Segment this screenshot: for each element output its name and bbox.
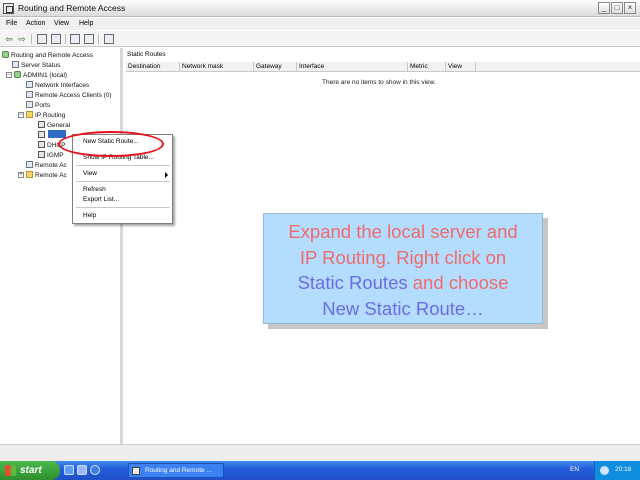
menu-file[interactable]: File: [6, 20, 17, 27]
windows-logo-icon: [5, 465, 16, 476]
tree-expander[interactable]: −: [6, 72, 12, 78]
column-header-metric[interactable]: Metric: [408, 62, 446, 72]
window-title: Routing and Remote Access: [18, 3, 126, 13]
rras-icon: [2, 51, 9, 58]
help-icon[interactable]: [104, 34, 114, 44]
start-button[interactable]: start: [0, 461, 60, 480]
menu-bar: File Action View Help: [0, 18, 640, 30]
tree-item-root[interactable]: Routing and Remote Access: [2, 51, 93, 59]
column-header-interface[interactable]: Interface: [297, 62, 408, 72]
toolbar-separator: [31, 34, 32, 44]
server-status-icon: [12, 61, 19, 68]
menu-item-refresh[interactable]: Refresh: [83, 186, 106, 193]
tree-item-server[interactable]: ADMIN1 (local): [14, 71, 67, 79]
tree-item-remote-access-clients[interactable]: Remote Access Clients (0): [26, 91, 112, 99]
taskbar: start Routing and Remote ... EN 20:18: [0, 461, 640, 480]
forward-arrow-icon[interactable]: ⇨: [17, 34, 27, 44]
menu-separator: [76, 207, 170, 208]
tree-expander[interactable]: +: [18, 172, 24, 178]
title-bar: Routing and Remote Access _ □ ×: [0, 0, 640, 17]
instruction-callout: Expand the local server and IP Routing. …: [263, 213, 543, 324]
taskbar-button-rras[interactable]: Routing and Remote ...: [128, 463, 224, 478]
network-interfaces-icon: [26, 81, 33, 88]
system-tray: 20:18: [594, 461, 640, 480]
menu-item-help[interactable]: Help: [83, 212, 96, 219]
clock[interactable]: 20:18: [615, 466, 631, 473]
tree-expander[interactable]: −: [18, 112, 24, 118]
dhcp-icon: [38, 141, 45, 148]
callout-line-1: Expand the local server and: [288, 221, 518, 242]
tree-item-ports[interactable]: Ports: [26, 101, 50, 109]
submenu-arrow-icon: [165, 172, 168, 178]
menu-view[interactable]: View: [54, 20, 69, 27]
tree-item-igmp[interactable]: IGMP: [38, 151, 64, 159]
column-header-filler: [476, 62, 640, 72]
quicklaunch-icon[interactable]: [77, 465, 87, 475]
menu-action[interactable]: Action: [26, 20, 45, 27]
tree-item-remote-access-logging[interactable]: Remote Ac: [26, 171, 67, 179]
empty-list-message: There are no items to show in this view.: [322, 79, 436, 86]
menu-item-export-list[interactable]: Export List...: [83, 196, 119, 203]
column-header-destination[interactable]: Destination: [126, 62, 180, 72]
callout-static-routes: Static Routes: [297, 272, 408, 293]
tree-item-ip-routing[interactable]: IP Routing: [26, 111, 65, 119]
tree-item-network-interfaces[interactable]: Network Interfaces: [26, 81, 89, 89]
network-tray-icon[interactable]: [600, 466, 609, 475]
toolbar-separator: [98, 34, 99, 44]
rras-task-icon: [132, 467, 140, 475]
content-title: Static Routes: [127, 51, 166, 58]
show-hide-tree-icon[interactable]: [51, 34, 61, 44]
igmp-icon: [38, 151, 45, 158]
menu-item-view[interactable]: View: [83, 170, 97, 177]
column-header-gateway[interactable]: Gateway: [254, 62, 297, 72]
show-desktop-icon[interactable]: [64, 465, 74, 475]
highlight-ellipse: [58, 131, 164, 157]
language-indicator[interactable]: EN: [570, 466, 579, 473]
internet-explorer-icon[interactable]: [90, 465, 100, 475]
callout-and-choose: and choose: [407, 272, 509, 293]
up-folder-icon[interactable]: [37, 34, 47, 44]
callout-line-4: New Static Route…: [322, 297, 484, 319]
column-header-network-mask[interactable]: Network mask: [180, 62, 254, 72]
minimize-button[interactable]: _: [598, 2, 610, 14]
console-tree[interactable]: Routing and Remote Access Server Status …: [0, 48, 123, 444]
folder-icon: [26, 111, 33, 118]
maximize-button[interactable]: □: [611, 2, 623, 14]
tree-item-remote-access-policies[interactable]: Remote Ac: [26, 161, 67, 169]
menu-help[interactable]: Help: [79, 20, 93, 27]
close-button[interactable]: ×: [624, 2, 636, 14]
properties-icon[interactable]: [70, 34, 80, 44]
tree-item-static-routes[interactable]: [38, 131, 47, 139]
toolbar-separator: [65, 34, 66, 44]
ports-icon: [26, 101, 33, 108]
policies-icon: [26, 161, 33, 168]
back-arrow-icon[interactable]: ⇦: [4, 34, 14, 44]
server-icon: [14, 71, 21, 78]
general-icon: [38, 121, 45, 128]
app-icon[interactable]: [3, 3, 14, 14]
status-bar: [0, 444, 640, 461]
callout-line-2: IP Routing. Right click on: [299, 246, 507, 268]
tree-item-general[interactable]: General: [38, 121, 70, 129]
remote-clients-icon: [26, 91, 33, 98]
column-header-view[interactable]: View: [446, 62, 476, 72]
tree-selection-highlight: [48, 130, 66, 138]
callout-line-3: Static Routes and choose: [264, 270, 542, 296]
tree-item-server-status[interactable]: Server Status: [12, 61, 60, 69]
static-routes-icon: [38, 131, 45, 138]
refresh-icon[interactable]: [84, 34, 94, 44]
menu-separator: [76, 165, 170, 166]
folder-icon: [26, 171, 33, 178]
menu-separator: [76, 181, 170, 182]
toolbar: ⇦ ⇨: [0, 31, 640, 47]
